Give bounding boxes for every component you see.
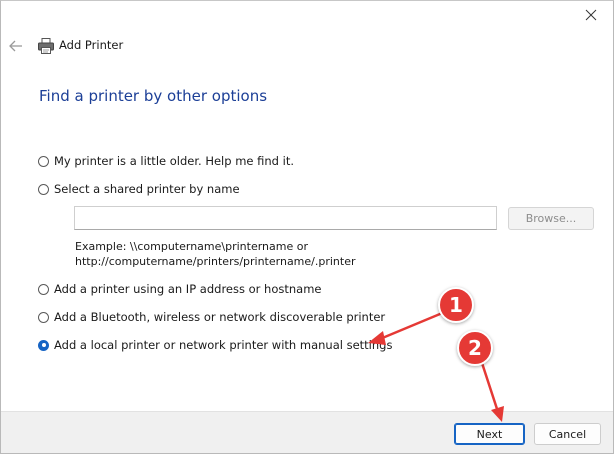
radio-bluetooth-wireless[interactable] [38,311,49,323]
radio-ip-address[interactable] [38,283,49,295]
example-text: Example: \\computername\printername or h… [75,239,356,269]
option-local-printer[interactable]: Add a local printer or network printer w… [38,337,392,353]
close-icon [585,9,597,21]
wizard-footer: Next Cancel [1,411,613,453]
option-ip-address[interactable]: Add a printer using an IP address or hos… [38,281,322,297]
back-arrow-icon [9,40,22,52]
option-label: My printer is a little older. Help me fi… [54,154,294,168]
window-title: Add Printer [59,38,124,52]
option-older-printer[interactable]: My printer is a little older. Help me fi… [38,153,294,169]
close-button[interactable] [581,5,601,25]
option-label: Select a shared printer by name [54,182,240,196]
example-line-2: http://computername/printers/printername… [75,255,356,268]
wizard-header: Add Printer [1,32,613,60]
browse-button[interactable]: Browse... [508,207,594,230]
shared-printer-name-input[interactable] [74,206,497,230]
annotation-callout-1: 1 [438,287,474,323]
radio-older-printer[interactable] [38,155,49,167]
next-button[interactable]: Next [454,423,525,445]
printer-icon [37,37,55,55]
option-shared-printer[interactable]: Select a shared printer by name [38,181,240,197]
add-printer-window: Add Printer Find a printer by other opti… [0,0,614,454]
radio-local-printer[interactable] [38,339,49,351]
option-bluetooth-wireless[interactable]: Add a Bluetooth, wireless or network dis… [38,309,385,325]
example-line-1: Example: \\computername\printername or [75,240,308,253]
option-label: Add a local printer or network printer w… [54,338,393,352]
page-heading: Find a printer by other options [39,87,268,105]
cancel-button[interactable]: Cancel [534,423,601,445]
option-label: Add a Bluetooth, wireless or network dis… [54,310,386,324]
annotation-callout-2: 2 [457,330,493,366]
radio-shared-printer[interactable] [38,183,49,195]
option-label: Add a printer using an IP address or hos… [54,282,322,296]
back-button[interactable] [7,38,25,54]
